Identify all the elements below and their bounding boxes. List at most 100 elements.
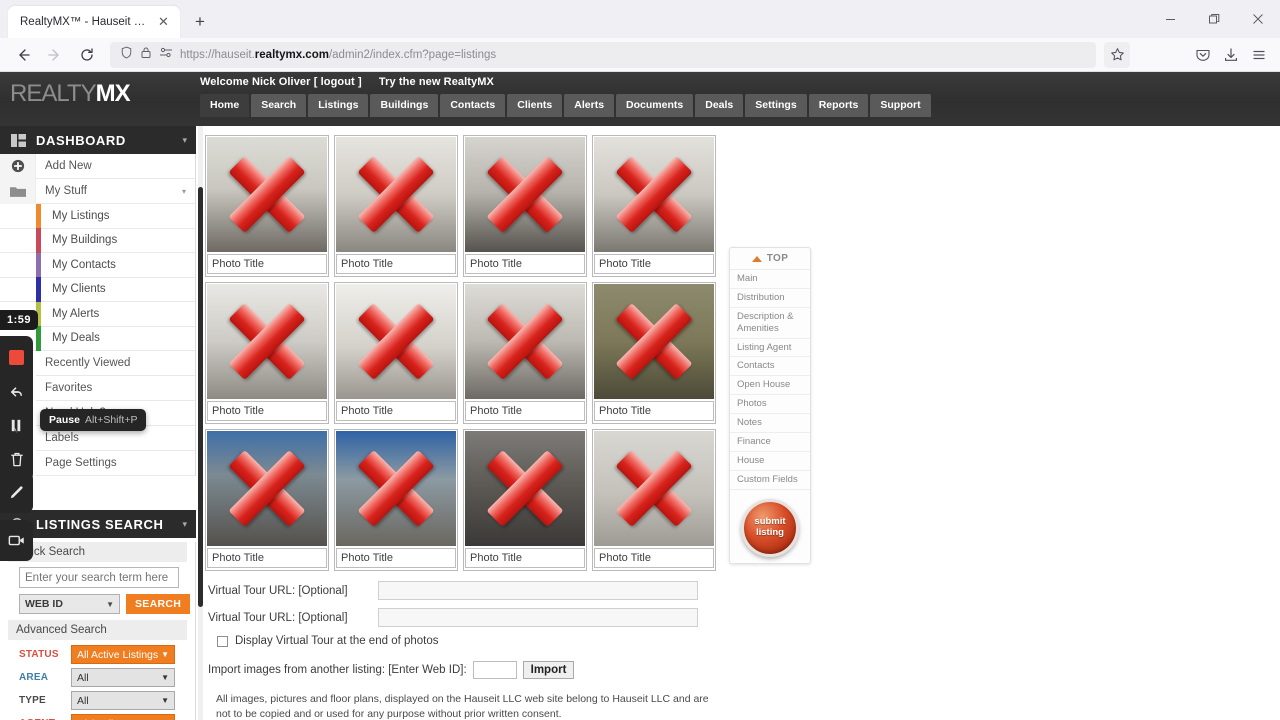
photo-cell[interactable]: Photo Title [205, 429, 329, 571]
photo-thumbnail[interactable] [594, 137, 714, 252]
pause-button[interactable] [0, 409, 33, 442]
photo-cell[interactable]: Photo Title [205, 135, 329, 277]
photo-title-input[interactable]: Photo Title [336, 254, 456, 274]
chevron-down-icon[interactable]: ▾ [182, 135, 196, 146]
nav-tab-home[interactable]: Home [200, 94, 250, 117]
photo-thumbnail[interactable] [465, 284, 585, 399]
dashboard-panel-header[interactable]: DASHBOARD ▾ [0, 126, 196, 154]
photo-title-input[interactable]: Photo Title [336, 401, 456, 421]
filter-select-status[interactable]: All Active Listings ▼ [71, 645, 175, 664]
sidebar-item-my-stuff[interactable]: My Stuff ▾ [0, 178, 195, 204]
photo-title-input[interactable]: Photo Title [594, 548, 714, 568]
photo-cell[interactable]: Photo Title [592, 429, 716, 571]
section-link-distribution[interactable]: Distribution [730, 289, 810, 308]
display-virtual-tour-row[interactable]: Display Virtual Tour at the end of photo… [217, 635, 725, 647]
photo-thumbnail[interactable] [207, 137, 327, 252]
photo-title-input[interactable]: Photo Title [594, 401, 714, 421]
photo-title-input[interactable]: Photo Title [465, 254, 585, 274]
photo-thumbnail[interactable] [336, 431, 456, 546]
photo-title-input[interactable]: Photo Title [594, 254, 714, 274]
logout-link[interactable]: [ logout ] [314, 76, 362, 88]
photo-thumbnail[interactable] [336, 137, 456, 252]
photo-thumbnail[interactable] [207, 431, 327, 546]
sidebar-subitem-my-listings[interactable]: My Listings [0, 203, 195, 229]
photo-title-input[interactable]: Photo Title [207, 401, 327, 421]
photo-title-input[interactable]: Photo Title [207, 254, 327, 274]
shield-icon[interactable] [120, 46, 133, 64]
photo-cell[interactable]: Photo Title [205, 282, 329, 424]
back-icon[interactable] [8, 41, 38, 69]
section-link-photos[interactable]: Photos [730, 395, 810, 414]
nav-tab-alerts[interactable]: Alerts [564, 94, 615, 117]
section-link-contacts[interactable]: Contacts [730, 357, 810, 377]
photo-title-input[interactable]: Photo Title [336, 548, 456, 568]
photo-thumbnail[interactable] [594, 431, 714, 546]
nav-tab-documents[interactable]: Documents [616, 94, 694, 117]
pocket-icon[interactable] [1190, 42, 1216, 68]
new-tab-button[interactable]: + [186, 8, 214, 36]
photo-title-input[interactable]: Photo Title [207, 548, 327, 568]
top-link[interactable]: TOP [730, 248, 810, 270]
url-bar[interactable]: https://hauseit.realtymx.com/admin2/inde… [110, 41, 1096, 68]
nav-tab-reports[interactable]: Reports [808, 94, 869, 117]
nav-tab-settings[interactable]: Settings [745, 94, 807, 117]
section-link-description-amenities[interactable]: Description & Amenities [730, 308, 810, 339]
nav-tab-support[interactable]: Support [870, 94, 931, 117]
photo-cell[interactable]: Photo Title [592, 282, 716, 424]
minimize-icon[interactable] [1148, 0, 1192, 38]
close-window-icon[interactable] [1236, 0, 1280, 38]
browser-tab[interactable]: RealtyMX™ - Hauseit LLC ✕ [8, 6, 180, 38]
photo-thumbnail[interactable] [465, 137, 585, 252]
display-virtual-tour-checkbox[interactable] [217, 635, 228, 647]
sidebar-subitem-my-clients[interactable]: My Clients [0, 277, 195, 302]
search-input[interactable] [19, 567, 179, 588]
permissions-icon[interactable] [159, 46, 173, 64]
photo-cell[interactable]: Photo Title [334, 135, 458, 277]
undo-button[interactable] [0, 375, 33, 408]
filter-select-area[interactable]: All ▼ [71, 668, 175, 687]
filter-select-type[interactable]: All ▼ [71, 691, 175, 710]
close-icon[interactable]: ✕ [155, 14, 172, 31]
photo-cell[interactable]: Photo Title [592, 135, 716, 277]
submit-listing-button[interactable]: submit listing [741, 498, 799, 557]
nav-tab-clients[interactable]: Clients [507, 94, 563, 117]
photo-title-input[interactable]: Photo Title [465, 401, 585, 421]
nav-tab-buildings[interactable]: Buildings [370, 94, 439, 117]
photo-thumbnail[interactable] [594, 284, 714, 399]
photo-title-input[interactable]: Photo Title [465, 548, 585, 568]
sidebar-subitem-my-contacts[interactable]: My Contacts [0, 252, 195, 278]
camera-button[interactable] [0, 524, 33, 557]
section-link-notes[interactable]: Notes [730, 414, 810, 433]
section-link-house[interactable]: House [730, 452, 810, 471]
hamburger-menu-icon[interactable] [1246, 42, 1272, 68]
stop-recording-button[interactable] [0, 341, 33, 374]
forward-icon[interactable] [40, 41, 70, 69]
photo-thumbnail[interactable] [465, 431, 585, 546]
photo-cell[interactable]: Photo Title [334, 282, 458, 424]
section-link-finance[interactable]: Finance [730, 433, 810, 452]
nav-tab-search[interactable]: Search [251, 94, 307, 117]
photo-cell[interactable]: Photo Title [463, 429, 587, 571]
photo-cell[interactable]: Photo Title [463, 282, 587, 424]
reload-icon[interactable] [72, 41, 102, 69]
section-link-listing-agent[interactable]: Listing Agent [730, 339, 810, 358]
sidebar-subitem-my-buildings[interactable]: My Buildings [0, 228, 195, 253]
import-button[interactable]: Import [522, 661, 575, 679]
sidebar-item-add-new[interactable]: Add New [0, 153, 195, 179]
maximize-icon[interactable] [1192, 0, 1236, 38]
photo-thumbnail[interactable] [207, 284, 327, 399]
search-button[interactable]: SEARCH [126, 594, 191, 614]
pen-button[interactable] [0, 476, 33, 509]
chevron-down-icon[interactable]: ▾ [182, 187, 195, 196]
content-scrollbar-thumb[interactable] [198, 187, 203, 607]
nav-tab-contacts[interactable]: Contacts [440, 94, 506, 117]
try-new-link[interactable]: Try the new RealtyMX [379, 76, 494, 88]
chevron-down-icon[interactable]: ▾ [182, 519, 196, 530]
nav-tab-deals[interactable]: Deals [695, 94, 744, 117]
section-link-custom-fields[interactable]: Custom Fields [730, 471, 810, 490]
photo-cell[interactable]: Photo Title [463, 135, 587, 277]
virtual-tour-input-2[interactable] [378, 608, 698, 627]
photo-cell[interactable]: Photo Title [334, 429, 458, 571]
photo-thumbnail[interactable] [336, 284, 456, 399]
section-link-main[interactable]: Main [730, 270, 810, 289]
